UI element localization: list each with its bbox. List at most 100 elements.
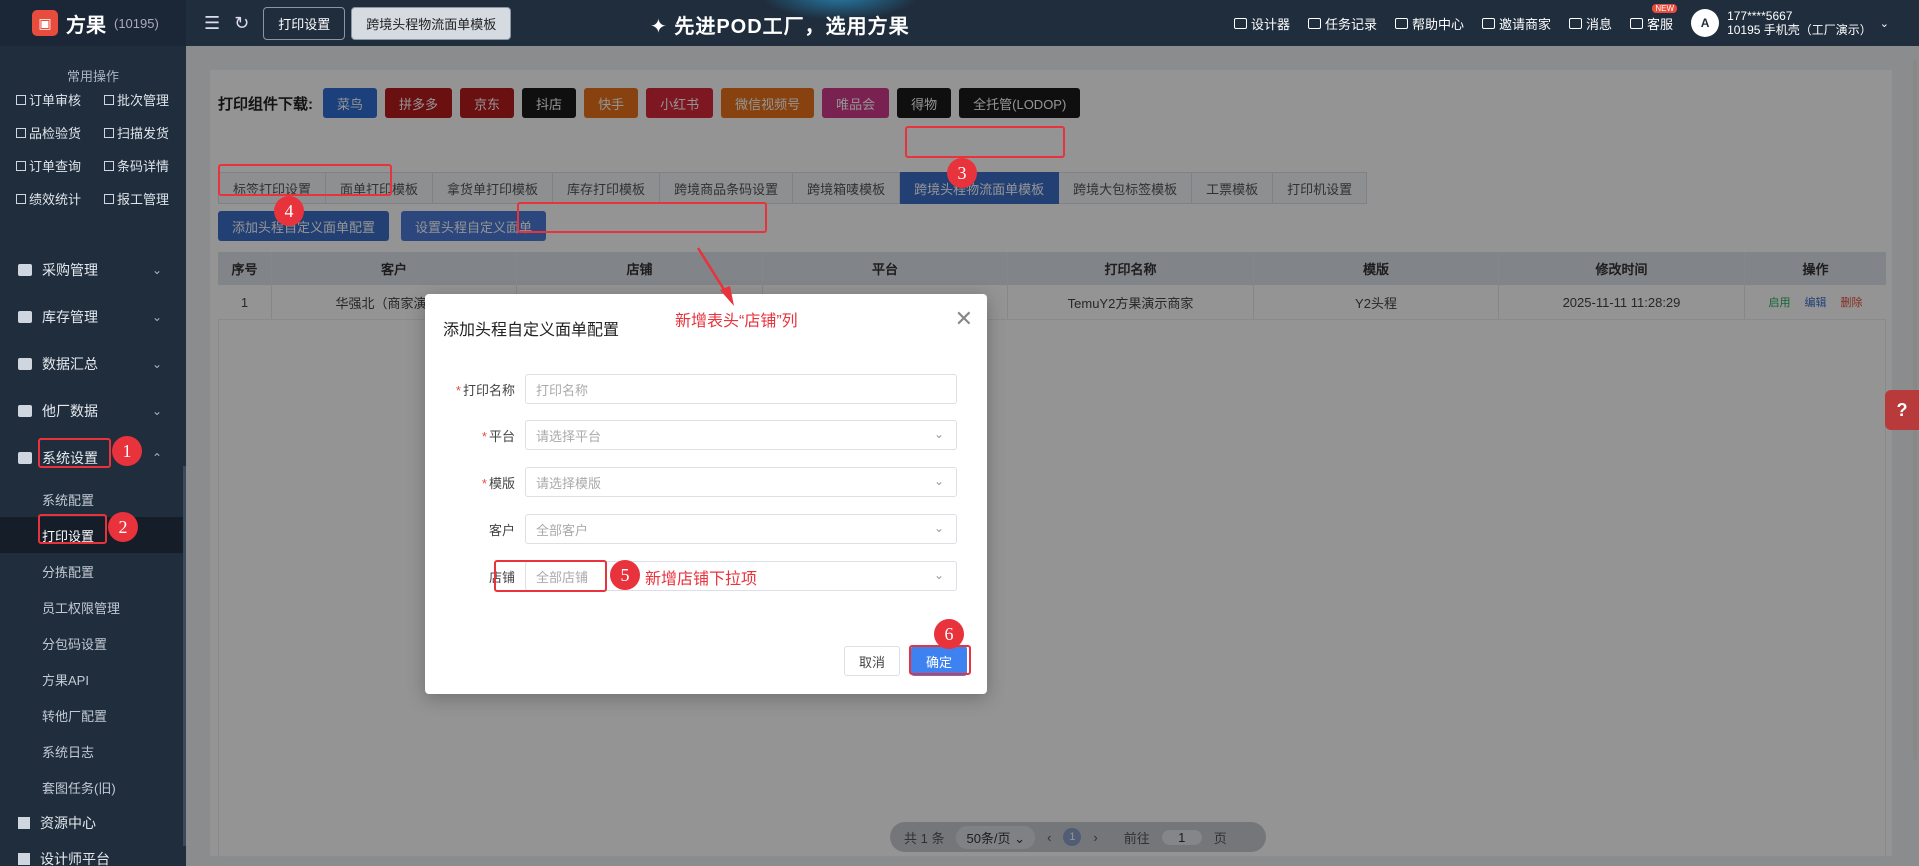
sub-transfer-factory[interactable]: 转他厂配置 [0, 697, 186, 733]
annotation-box-confirm [909, 645, 971, 675]
menu-purchase[interactable]: 采购管理 ⌄ [0, 246, 186, 293]
field-label: * 打印名称 [455, 382, 515, 398]
settings-icon [18, 451, 32, 464]
brand-logo[interactable]: ▣ 方果 (10195) [0, 0, 186, 46]
report-icon [104, 193, 114, 204]
question-icon [1395, 17, 1408, 29]
inventory-icon [18, 310, 32, 323]
purchase-icon [18, 263, 32, 276]
scan-icon [104, 127, 114, 138]
batch-icon [104, 94, 114, 105]
message-icon [1569, 17, 1583, 29]
top-tab-crossborder-template[interactable]: 跨境头程物流面单模板 [351, 6, 512, 40]
quick-order-review[interactable]: 订单审核 [16, 90, 104, 109]
chevron-up-icon: ⌃ [151, 450, 162, 465]
messages-link[interactable]: 消息 [1569, 14, 1612, 33]
user-detail: 10195 手机壳（工厂演示） [1727, 23, 1872, 37]
user-phone: 177****5667 [1727, 9, 1793, 23]
search-icon [16, 160, 26, 171]
print-name-input[interactable]: 打印名称 [525, 374, 957, 404]
top-tab-print-settings[interactable]: 打印设置 [263, 6, 346, 40]
chart-icon [16, 193, 26, 204]
annotation-note-dropdown: 新增店铺下拉项 [645, 571, 758, 588]
menu-inventory[interactable]: 库存管理 ⌄ [0, 293, 186, 340]
pie-chart-icon [18, 404, 32, 417]
customer-service-link[interactable]: 客服 NEW [1630, 3, 1678, 33]
field-label: * 平台 [481, 428, 515, 444]
designer-icon [18, 853, 30, 865]
refresh-icon[interactable]: ↻ [234, 13, 249, 34]
cancel-button[interactable]: 取消 [844, 646, 900, 676]
brand-id: (10195) [114, 15, 159, 31]
quick-ops-title: 常用操作 [66, 69, 119, 84]
chevron-down-icon: ⌄ [933, 568, 944, 582]
annotation-box-template-tab [905, 126, 1065, 158]
slogan: ✦ 先进POD工厂，选用方果 [650, 16, 910, 38]
sub-package-code[interactable]: 分包码设置 [0, 625, 186, 661]
platform-select[interactable]: 请选择平台 ⌄ [525, 420, 957, 450]
menu-other-factory[interactable]: 他厂数据 ⌄ [0, 387, 186, 434]
pie-chart-icon [18, 357, 32, 370]
annotation-box-shop-header [517, 202, 767, 233]
menu-toggle-icon[interactable]: ☰ [204, 13, 220, 34]
designer-link[interactable]: 设计器 [1233, 14, 1290, 33]
quick-performance[interactable]: 绩效统计 [16, 189, 104, 208]
field-template-row: * 模版 请选择模版 ⌄ [425, 467, 987, 497]
help-center-link[interactable]: 帮助中心 [1395, 14, 1464, 33]
barcode-icon [104, 160, 114, 171]
avatar: A [1691, 9, 1720, 37]
user-menu[interactable]: A 177****5667 10195 手机壳（工厂演示） ⌄ [1691, 9, 1889, 37]
chevron-down-icon: ⌄ [151, 403, 162, 418]
annotation-number-4: 4 [274, 196, 304, 226]
sub-sorting-config[interactable]: 分拣配置 [0, 553, 186, 589]
quick-barcode-detail[interactable]: 条码详情 [104, 156, 192, 175]
user-add-icon [1482, 17, 1496, 29]
chevron-down-icon: ⌄ [933, 427, 944, 441]
chevron-down-icon: ⌄ [933, 521, 944, 535]
field-print-name-row: * 打印名称 打印名称 [425, 374, 987, 404]
menu-data-summary[interactable]: 数据汇总 ⌄ [0, 340, 186, 387]
quick-batch-manage[interactable]: 批次管理 [104, 90, 192, 109]
menu-resource-center[interactable]: 资源中心 [0, 805, 186, 841]
menu-designer-platform[interactable]: 设计师平台 [0, 841, 186, 866]
checkbox-icon [16, 94, 26, 105]
quick-work-report[interactable]: 报工管理 [104, 189, 192, 208]
annotation-number-5: 5 [610, 560, 640, 590]
dialog-title: 添加头程自定义面单配置 [443, 322, 620, 339]
add-config-dialog: 添加头程自定义面单配置 ✕ * 打印名称 打印名称 * 平台 请选择平台 ⌄ * 模版 … [425, 294, 987, 694]
task-log-link[interactable]: 任务记录 [1307, 14, 1377, 33]
chevron-down-icon: ⌄ [151, 309, 162, 324]
chevron-down-icon: ⌄ [1879, 17, 1889, 30]
brand-name: 方果 [66, 14, 106, 37]
chevron-down-icon: ⌄ [151, 356, 162, 371]
main-menu: 采购管理 ⌄ 库存管理 ⌄ 数据汇总 ⌄ 他厂数据 ⌄ 系统设置 ⌃ 系统配置 打印设置 … [0, 246, 186, 866]
annotation-number-1: 1 [112, 436, 142, 466]
help-float-icon[interactable]: ? [1885, 390, 1919, 430]
annotation-box-print-settings [38, 514, 107, 544]
invite-merchant-link[interactable]: 邀请商家 [1482, 14, 1551, 33]
sub-system-config[interactable]: 系统配置 [0, 481, 186, 517]
quick-scan-ship[interactable]: 扫描发货 [104, 123, 192, 142]
sub-api[interactable]: 方果API [0, 661, 186, 697]
annotation-number-3: 3 [947, 158, 977, 188]
sub-image-task[interactable]: 套图任务(旧) [0, 769, 186, 805]
inspect-icon [16, 127, 26, 138]
list-icon [1307, 17, 1321, 29]
annotation-note-column: 新增表头“店铺”列 [675, 313, 798, 330]
annotation-box-shop-field [494, 560, 607, 592]
template-select[interactable]: 请选择模版 ⌄ [525, 467, 957, 497]
field-customer-row: 客户 全部客户 ⌄ [425, 514, 987, 544]
customer-select[interactable]: 全部客户 ⌄ [525, 514, 957, 544]
resource-icon [18, 817, 30, 829]
sub-staff-permission[interactable]: 员工权限管理 [0, 589, 186, 625]
quick-order-query[interactable]: 订单查询 [16, 156, 104, 175]
sub-system-log[interactable]: 系统日志 [0, 733, 186, 769]
field-label: * 模版 [481, 475, 515, 491]
field-platform-row: * 平台 请选择平台 ⌄ [425, 420, 987, 450]
annotation-number-2: 2 [108, 512, 138, 542]
top-bar: ▣ 方果 (10195) ☰ ↻ 打印设置 跨境头程物流面单模板 ✦ 先进POD… [0, 0, 1919, 46]
quick-qc-inspect[interactable]: 品检验货 [16, 123, 104, 142]
image-icon [1233, 17, 1247, 29]
chevron-down-icon: ⌄ [933, 474, 944, 488]
close-icon[interactable]: ✕ [955, 306, 973, 332]
